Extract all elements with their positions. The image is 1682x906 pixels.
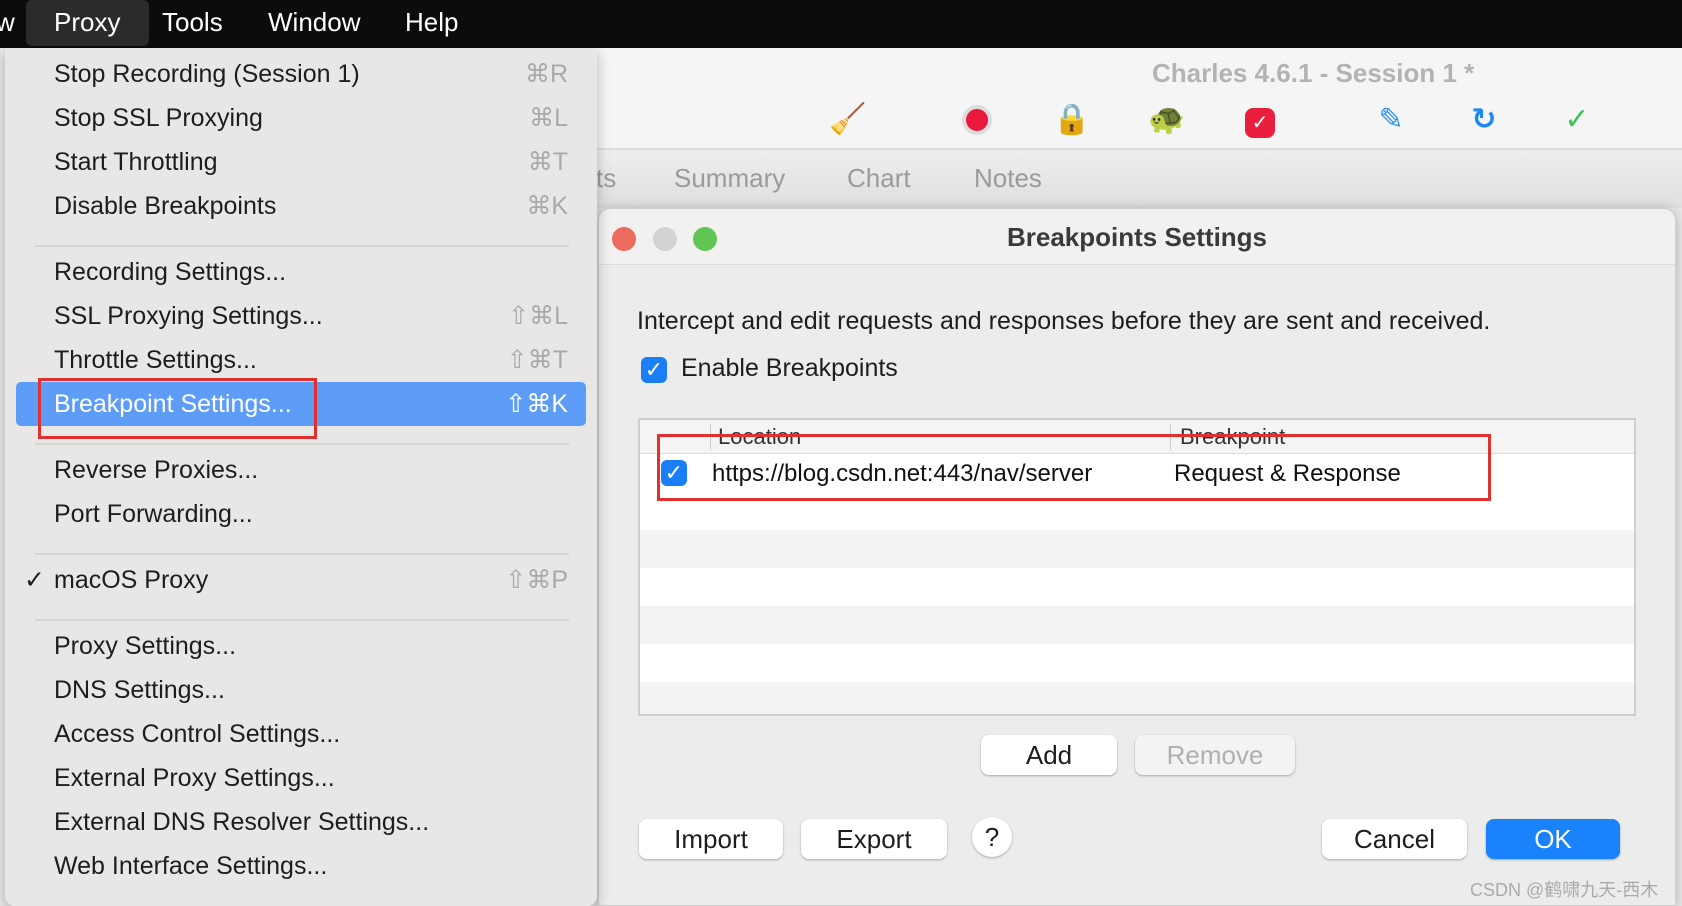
menu-item[interactable]: Proxy Settings... xyxy=(16,624,586,668)
menu-item[interactable]: External Proxy Settings... xyxy=(16,756,586,800)
ok-button[interactable]: OK xyxy=(1486,819,1620,859)
menu-separator xyxy=(35,443,569,445)
add-button[interactable]: Add xyxy=(981,735,1117,775)
menu-item[interactable]: Port Forwarding... xyxy=(16,492,586,536)
tab-notes[interactable]: Notes xyxy=(974,163,1042,194)
menu-separator xyxy=(35,245,569,247)
menu-item-label: macOS Proxy xyxy=(54,566,209,594)
menu-item-shortcut: ⌘R xyxy=(524,60,568,88)
menu-item-shortcut: ⌘L xyxy=(529,104,568,132)
menu-tools[interactable]: Tools xyxy=(162,0,223,48)
menu-item-shortcut: ⌘T xyxy=(527,148,568,176)
menu-item[interactable]: Start Throttling ⌘T xyxy=(16,140,586,184)
menu-item-label: Throttle Settings... xyxy=(54,346,257,374)
enable-breakpoints-label: Enable Breakpoints xyxy=(681,354,898,382)
breakpoints-settings-dialog: Breakpoints Settings Intercept and edit … xyxy=(598,208,1676,906)
window-title: Charles 4.6.1 - Session 1 * xyxy=(1152,58,1475,88)
menu-item-label: Web Interface Settings... xyxy=(54,852,328,880)
menu-window[interactable]: Window xyxy=(268,0,360,48)
breakpoint-stop-icon[interactable]: ✓ xyxy=(1240,100,1280,140)
menu-help[interactable]: Help xyxy=(405,0,458,48)
menu-item[interactable]: Recording Settings... xyxy=(16,250,586,294)
menu-item-label: Port Forwarding... xyxy=(54,500,253,528)
menu-item-label: SSL Proxying Settings... xyxy=(54,302,323,330)
watermark: CSDN @鹤啸九天-西木 xyxy=(1470,880,1659,900)
menu-item-label: Access Control Settings... xyxy=(54,720,341,748)
tab-chart[interactable]: Chart xyxy=(847,163,911,194)
menu-item-label: Disable Breakpoints xyxy=(54,192,277,220)
menu-item-shortcut: ⇧⌘L xyxy=(508,302,568,330)
menu-bar: w Proxy Tools Window Help xyxy=(0,0,1682,48)
menu-item-label: Start Throttling xyxy=(54,148,218,176)
dialog-description: Intercept and edit requests and response… xyxy=(637,307,1491,335)
menu-item[interactable]: External DNS Resolver Settings... xyxy=(16,800,586,844)
menu-item-label: DNS Settings... xyxy=(54,676,225,704)
annotation-box-menu xyxy=(38,378,317,439)
checkmark-icon: ✓ xyxy=(24,566,45,594)
broom-icon[interactable]: 🧹 xyxy=(828,100,868,140)
menu-item-label: Reverse Proxies... xyxy=(54,456,259,484)
menu-item[interactable]: Reverse Proxies... xyxy=(16,448,586,492)
menu-item-label: Recording Settings... xyxy=(54,258,287,286)
menu-item-shortcut: ⌘K xyxy=(526,192,568,220)
menu-separator xyxy=(35,619,569,621)
dialog-title: Breakpoints Settings xyxy=(1006,222,1268,252)
menu-item-label: Proxy Settings... xyxy=(54,632,237,660)
annotation-box-row xyxy=(657,434,1491,501)
record-icon[interactable] xyxy=(957,100,997,140)
menu-proxy[interactable]: Proxy xyxy=(54,0,120,48)
help-button[interactable]: ? xyxy=(972,817,1012,857)
menu-item-label: External DNS Resolver Settings... xyxy=(54,808,430,836)
menu-item[interactable]: ✓ macOS Proxy ⇧⌘P xyxy=(16,558,586,602)
menu-item-label: External Proxy Settings... xyxy=(54,764,335,792)
menu-item[interactable]: Access Control Settings... xyxy=(16,712,586,756)
cancel-button[interactable]: Cancel xyxy=(1322,819,1467,859)
menu-item-shortcut: ⇧⌘T xyxy=(506,346,568,374)
import-button[interactable]: Import xyxy=(639,819,783,859)
menu-item-shortcut: ⇧⌘K xyxy=(505,390,568,418)
repeat-refresh-icon[interactable]: ↻ xyxy=(1464,100,1504,140)
tab-partial[interactable]: ts xyxy=(596,163,616,194)
menu-separator xyxy=(35,553,569,555)
tab-summary[interactable]: Summary xyxy=(674,163,785,194)
enable-breakpoints-checkbox[interactable]: ✓ xyxy=(641,357,667,383)
export-button[interactable]: Export xyxy=(801,819,947,859)
compose-pen-icon[interactable]: ✎ xyxy=(1371,100,1411,140)
menu-item[interactable]: Disable Breakpoints ⌘K xyxy=(16,184,586,228)
remove-button[interactable]: Remove xyxy=(1135,735,1295,775)
menu-item-shortcut: ⇧⌘P xyxy=(505,566,568,594)
menu-item[interactable]: DNS Settings... xyxy=(16,668,586,712)
menu-item[interactable]: Throttle Settings... ⇧⌘T xyxy=(16,338,586,382)
menu-item[interactable]: Stop SSL Proxying ⌘L xyxy=(16,96,586,140)
menu-item[interactable]: SSL Proxying Settings... ⇧⌘L xyxy=(16,294,586,338)
menu-item[interactable]: Stop Recording (Session 1) ⌘R xyxy=(16,52,586,96)
menu-item[interactable]: Web Interface Settings... xyxy=(16,844,586,888)
main-window-toolbar xyxy=(597,48,1682,150)
menu-item-label: Stop Recording (Session 1) xyxy=(54,60,360,88)
menu-partial[interactable]: w xyxy=(0,0,15,48)
validate-check-icon[interactable]: ✓ xyxy=(1557,100,1597,140)
ssl-lock-icon[interactable]: 🔒 xyxy=(1052,100,1092,140)
dialog-titlebar: Breakpoints Settings xyxy=(599,209,1675,265)
throttle-turtle-icon[interactable]: 🐢 xyxy=(1147,100,1187,140)
menu-item-label: Stop SSL Proxying xyxy=(54,104,263,132)
